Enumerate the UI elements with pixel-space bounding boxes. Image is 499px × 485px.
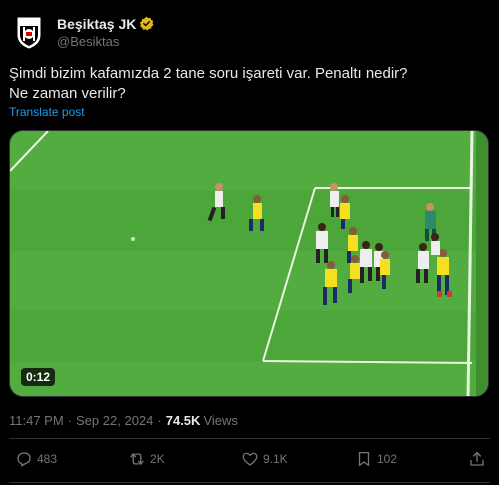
tweet-date[interactable]: Sep 22, 2024 [76,413,153,428]
reply-icon [17,452,31,467]
author-handle[interactable]: @Besiktas [57,34,154,49]
meta-separator-2: · [157,413,162,428]
divider-top [9,438,490,439]
player-white-7 [431,233,440,255]
bookmark-count: 102 [377,452,398,466]
translate-post-link[interactable]: Translate post [9,105,85,119]
tweet-time[interactable]: 11:47 PM [9,413,64,428]
reply-button[interactable]: 483 [15,450,57,468]
repost-button[interactable]: 2K [128,450,165,468]
action-bar: 483 2K 9.1K 102 [9,450,490,476]
tweet-text: Şimdi bizim kafamızda 2 tane soru işaret… [9,64,479,104]
tweet-header: Beşiktaş JK @Besiktas [9,10,154,54]
bookmark-button[interactable]: 102 [355,450,397,468]
meta-separator: · [67,413,73,428]
tweet-text-line-2: Ne zaman verilir? [9,85,126,102]
like-button[interactable]: 9.1K [241,450,288,468]
bookmark-icon [358,451,370,467]
reply-count: 483 [37,452,58,466]
views-label: Views [203,413,238,428]
share-button[interactable] [468,450,490,468]
views-count: 74.5K [165,413,201,428]
like-count: 9.1K [263,452,288,466]
verified-badge-icon [139,16,154,31]
video-duration-badge: 0:12 [21,368,56,386]
video-player[interactable]: 0:12 [9,130,489,397]
tweet-meta: 11:47 PM · Sep 22, 2024 · 74.5K Views [9,413,238,428]
video-frame-football-pitch [10,131,488,396]
tweet-text-line-1: Şimdi bizim kafamızda 2 tane soru işaret… [9,65,408,82]
repost-count: 2K [150,452,165,466]
share-icon [470,451,484,466]
besiktas-crest-icon [17,17,41,49]
heart-icon [242,452,258,466]
divider-bottom [9,482,490,483]
repost-icon [130,453,144,465]
author-display-name[interactable]: Beşiktaş JK [57,16,136,32]
avatar[interactable] [9,12,49,52]
